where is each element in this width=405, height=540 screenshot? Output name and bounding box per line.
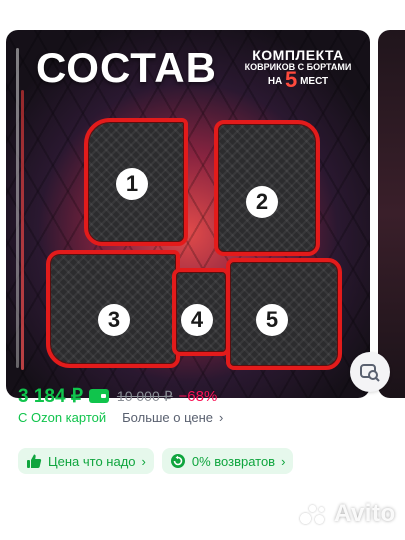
chip-label: Цена что надо <box>48 453 136 469</box>
discount-badge: −68% <box>178 387 218 405</box>
more-about-price-link[interactable]: Больше о цене <box>122 410 213 425</box>
price-details: С Ozon картой Больше о цене › <box>18 410 223 425</box>
old-price: 10 000 ₽ <box>116 387 173 404</box>
price-row: 3 184 ₽ 10 000 ₽ −68% <box>18 385 217 407</box>
subtitle-line3: НА 5 МЕСТ <box>238 69 358 91</box>
subtitle-suffix: МЕСТ <box>300 76 329 87</box>
banner-subtitle: КОМПЛЕКТА КОВРИКОВ С БОРТАМИ НА 5 МЕСТ <box>238 47 358 91</box>
mat-number-2: 2 <box>246 186 278 218</box>
returns-chip[interactable]: 0% возвратов › <box>161 448 294 474</box>
ozon-card-label: С Ozon картой <box>18 410 107 425</box>
return-icon <box>170 454 185 468</box>
mat-number-1: 1 <box>116 168 148 200</box>
chip-label: 0% возвратов <box>191 453 276 469</box>
chevron-right-icon: › <box>141 453 146 469</box>
mat-number-4: 4 <box>181 304 213 336</box>
mat-number-5: 5 <box>256 304 288 336</box>
subtitle-count: 5 <box>285 67 298 92</box>
chevron-right-icon: › <box>219 410 224 425</box>
product-image[interactable]: СОСТАВ КОМПЛЕКТА КОВРИКОВ С БОРТАМИ НА 5… <box>6 30 370 398</box>
wallet-icon <box>88 389 109 403</box>
good-price-chip[interactable]: Цена что надо › <box>18 448 154 474</box>
current-price: 3 184 ₽ <box>18 385 83 407</box>
decor-stripe <box>21 90 24 370</box>
subtitle-prefix: НА <box>267 76 283 87</box>
image-search-icon <box>360 364 380 382</box>
find-similar-button[interactable] <box>350 352 390 392</box>
subtitle-line2: КОВРИКОВ С БОРТАМИ <box>244 62 352 72</box>
avito-logo-icon <box>300 503 328 525</box>
mat-number-3: 3 <box>98 304 130 336</box>
subtitle-line1: КОМПЛЕКТА <box>252 47 344 63</box>
badges-row: Цена что надо › 0% возвратов › <box>18 448 294 474</box>
chevron-right-icon: › <box>281 453 286 469</box>
banner-title: СОСТАВ <box>36 44 217 91</box>
avito-watermark: Avito <box>300 500 396 528</box>
decor-stripe <box>16 48 19 368</box>
thumbs-up-icon <box>27 454 42 468</box>
watermark-text: Avito <box>334 500 396 527</box>
next-image-preview[interactable] <box>378 30 405 398</box>
